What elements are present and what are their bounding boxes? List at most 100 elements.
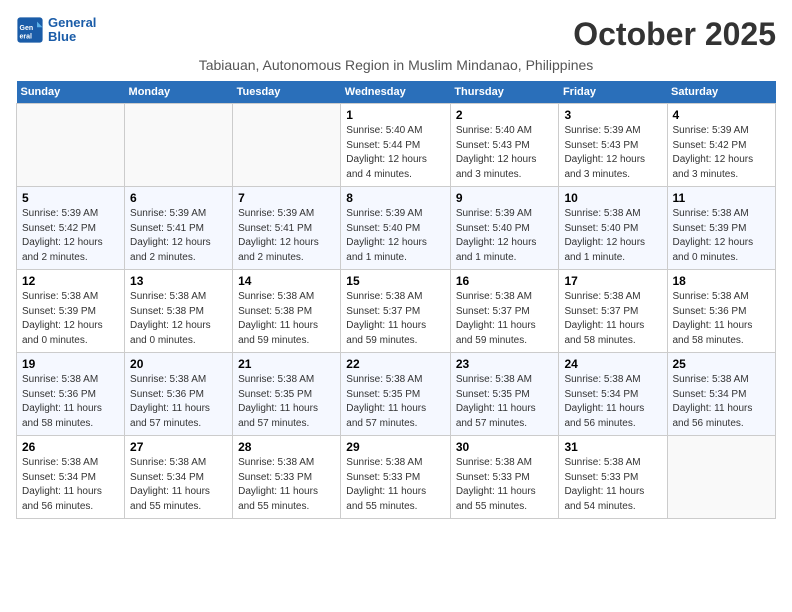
day-info: Sunrise: 5:38 AM Sunset: 5:34 PM Dayligh… bbox=[130, 456, 227, 514]
day-info: Sunrise: 5:39 AM Sunset: 5:43 PM Dayligh… bbox=[564, 124, 661, 182]
page-subtitle: Tabiauan, Autonomous Region in Muslim Mi… bbox=[16, 57, 776, 73]
calendar-cell: 13 Sunrise: 5:38 AM Sunset: 5:38 PM Dayli… bbox=[125, 270, 233, 353]
page-title: October 2025 bbox=[573, 16, 776, 53]
day-info: Sunrise: 5:38 AM Sunset: 5:33 PM Dayligh… bbox=[346, 456, 445, 514]
day-number: 7 bbox=[238, 191, 335, 205]
day-number: 22 bbox=[346, 357, 445, 371]
calendar-cell: 31 Sunrise: 5:38 AM Sunset: 5:33 PM Dayli… bbox=[559, 436, 667, 519]
calendar-cell: 22 Sunrise: 5:38 AM Sunset: 5:35 PM Dayli… bbox=[341, 353, 451, 436]
day-number: 24 bbox=[564, 357, 661, 371]
header-monday: Monday bbox=[125, 81, 233, 104]
day-info: Sunrise: 5:38 AM Sunset: 5:34 PM Dayligh… bbox=[564, 373, 661, 431]
day-info: Sunrise: 5:38 AM Sunset: 5:33 PM Dayligh… bbox=[456, 456, 554, 514]
day-number: 4 bbox=[673, 108, 771, 122]
header-saturday: Saturday bbox=[667, 81, 776, 104]
calendar-cell: 15Sunrise: 5:38 AM Sunset: 5:37 PM Dayli… bbox=[341, 270, 451, 353]
day-number: 26 bbox=[22, 440, 119, 454]
day-number: 3 bbox=[564, 108, 661, 122]
day-number: 18 bbox=[673, 274, 771, 288]
day-number: 16 bbox=[456, 274, 554, 288]
day-info: Sunrise: 5:38 AM Sunset: 5:33 PM Dayligh… bbox=[238, 456, 335, 514]
day-info: Sunrise: 5:38 AM Sunset: 5:37 PM Dayligh… bbox=[346, 290, 445, 348]
header-thursday: Thursday bbox=[450, 81, 559, 104]
calendar-week-3: 12 Sunrise: 5:38 AM Sunset: 5:39 PM Dayli… bbox=[17, 270, 776, 353]
day-info: Sunrise: 5:38 AM Sunset: 5:36 PM Dayligh… bbox=[130, 373, 227, 431]
day-info: Sunrise: 5:38 AM Sunset: 5:37 PM Dayligh… bbox=[564, 290, 661, 348]
header-friday: Friday bbox=[559, 81, 667, 104]
calendar-cell: 23Sunrise: 5:38 AM Sunset: 5:35 PM Dayli… bbox=[450, 353, 559, 436]
day-info: Sunrise: 5:38 AM Sunset: 5:35 PM Dayligh… bbox=[346, 373, 445, 431]
calendar-cell bbox=[233, 104, 341, 187]
day-number: 8 bbox=[346, 191, 445, 205]
calendar-cell: 24 Sunrise: 5:38 AM Sunset: 5:34 PM Dayli… bbox=[559, 353, 667, 436]
calendar-cell bbox=[667, 436, 776, 519]
calendar-cell: 11 Sunrise: 5:38 AM Sunset: 5:39 PM Dayli… bbox=[667, 187, 776, 270]
header-wednesday: Wednesday bbox=[341, 81, 451, 104]
day-number: 13 bbox=[130, 274, 227, 288]
day-info: Sunrise: 5:38 AM Sunset: 5:38 PM Dayligh… bbox=[130, 290, 227, 348]
day-info: Sunrise: 5:39 AM Sunset: 5:42 PM Dayligh… bbox=[22, 207, 119, 265]
day-info: Sunrise: 5:39 AM Sunset: 5:41 PM Dayligh… bbox=[130, 207, 227, 265]
day-info: Sunrise: 5:38 AM Sunset: 5:33 PM Dayligh… bbox=[564, 456, 661, 514]
calendar-cell: 18Sunrise: 5:38 AM Sunset: 5:36 PM Dayli… bbox=[667, 270, 776, 353]
logo-icon: Gen eral bbox=[16, 16, 44, 44]
calendar-cell: 19 Sunrise: 5:38 AM Sunset: 5:36 PM Dayli… bbox=[17, 353, 125, 436]
calendar-table: SundayMondayTuesdayWednesdayThursdayFrid… bbox=[16, 81, 776, 519]
day-number: 11 bbox=[673, 191, 771, 205]
calendar-week-4: 19 Sunrise: 5:38 AM Sunset: 5:36 PM Dayli… bbox=[17, 353, 776, 436]
day-number: 1 bbox=[346, 108, 445, 122]
day-number: 20 bbox=[130, 357, 227, 371]
calendar-header: SundayMondayTuesdayWednesdayThursdayFrid… bbox=[17, 81, 776, 104]
calendar-week-2: 5 Sunrise: 5:39 AM Sunset: 5:42 PM Daylig… bbox=[17, 187, 776, 270]
calendar-week-5: 26 Sunrise: 5:38 AM Sunset: 5:34 PM Dayli… bbox=[17, 436, 776, 519]
day-number: 5 bbox=[22, 191, 119, 205]
day-info: Sunrise: 5:39 AM Sunset: 5:40 PM Dayligh… bbox=[346, 207, 445, 265]
svg-text:eral: eral bbox=[20, 34, 33, 41]
day-number: 10 bbox=[564, 191, 661, 205]
day-info: Sunrise: 5:39 AM Sunset: 5:41 PM Dayligh… bbox=[238, 207, 335, 265]
calendar-cell: 12 Sunrise: 5:38 AM Sunset: 5:39 PM Dayli… bbox=[17, 270, 125, 353]
calendar-cell: 28 Sunrise: 5:38 AM Sunset: 5:33 PM Dayli… bbox=[233, 436, 341, 519]
calendar-cell: 17 Sunrise: 5:38 AM Sunset: 5:37 PM Dayli… bbox=[559, 270, 667, 353]
calendar-cell: 16 Sunrise: 5:38 AM Sunset: 5:37 PM Dayli… bbox=[450, 270, 559, 353]
day-number: 30 bbox=[456, 440, 554, 454]
day-info: Sunrise: 5:38 AM Sunset: 5:40 PM Dayligh… bbox=[564, 207, 661, 265]
calendar-cell bbox=[17, 104, 125, 187]
day-number: 9 bbox=[456, 191, 554, 205]
day-number: 25 bbox=[673, 357, 771, 371]
day-number: 31 bbox=[564, 440, 661, 454]
day-number: 2 bbox=[456, 108, 554, 122]
calendar-cell: 21Sunrise: 5:38 AM Sunset: 5:35 PM Dayli… bbox=[233, 353, 341, 436]
day-number: 27 bbox=[130, 440, 227, 454]
day-info: Sunrise: 5:38 AM Sunset: 5:35 PM Dayligh… bbox=[238, 373, 335, 431]
calendar-cell: 4 Sunrise: 5:39 AM Sunset: 5:42 PM Daylig… bbox=[667, 104, 776, 187]
day-info: Sunrise: 5:38 AM Sunset: 5:39 PM Dayligh… bbox=[22, 290, 119, 348]
calendar-cell: 6 Sunrise: 5:39 AM Sunset: 5:41 PM Daylig… bbox=[125, 187, 233, 270]
day-number: 29 bbox=[346, 440, 445, 454]
day-number: 19 bbox=[22, 357, 119, 371]
day-info: Sunrise: 5:39 AM Sunset: 5:42 PM Dayligh… bbox=[673, 124, 771, 182]
day-number: 28 bbox=[238, 440, 335, 454]
day-number: 14 bbox=[238, 274, 335, 288]
calendar-cell: 3 Sunrise: 5:39 AM Sunset: 5:43 PM Daylig… bbox=[559, 104, 667, 187]
day-info: Sunrise: 5:39 AM Sunset: 5:40 PM Dayligh… bbox=[456, 207, 554, 265]
day-info: Sunrise: 5:38 AM Sunset: 5:36 PM Dayligh… bbox=[22, 373, 119, 431]
calendar-cell bbox=[125, 104, 233, 187]
calendar-cell: 27 Sunrise: 5:38 AM Sunset: 5:34 PM Dayli… bbox=[125, 436, 233, 519]
day-number: 12 bbox=[22, 274, 119, 288]
calendar-cell: 26 Sunrise: 5:38 AM Sunset: 5:34 PM Dayli… bbox=[17, 436, 125, 519]
day-number: 23 bbox=[456, 357, 554, 371]
logo: Gen eral General Blue bbox=[16, 16, 96, 45]
day-info: Sunrise: 5:38 AM Sunset: 5:34 PM Dayligh… bbox=[673, 373, 771, 431]
day-number: 17 bbox=[564, 274, 661, 288]
day-info: Sunrise: 5:38 AM Sunset: 5:34 PM Dayligh… bbox=[22, 456, 119, 514]
day-info: Sunrise: 5:38 AM Sunset: 5:38 PM Dayligh… bbox=[238, 290, 335, 348]
calendar-cell: 2Sunrise: 5:40 AM Sunset: 5:43 PM Daylig… bbox=[450, 104, 559, 187]
calendar-cell: 14 Sunrise: 5:38 AM Sunset: 5:38 PM Dayli… bbox=[233, 270, 341, 353]
calendar-cell: 7 Sunrise: 5:39 AM Sunset: 5:41 PM Daylig… bbox=[233, 187, 341, 270]
day-info: Sunrise: 5:38 AM Sunset: 5:37 PM Dayligh… bbox=[456, 290, 554, 348]
calendar-cell: 8 Sunrise: 5:39 AM Sunset: 5:40 PM Daylig… bbox=[341, 187, 451, 270]
day-info: Sunrise: 5:38 AM Sunset: 5:39 PM Dayligh… bbox=[673, 207, 771, 265]
day-number: 6 bbox=[130, 191, 227, 205]
calendar-cell: 29 Sunrise: 5:38 AM Sunset: 5:33 PM Dayli… bbox=[341, 436, 451, 519]
